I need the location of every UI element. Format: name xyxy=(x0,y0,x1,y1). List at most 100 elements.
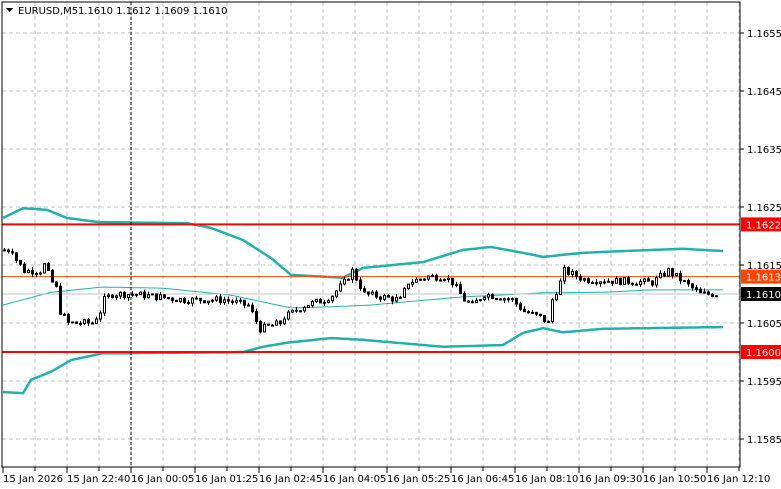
price-chart[interactable]: 1.16551.16451.16351.16251.16151.16051.15… xyxy=(0,0,781,489)
price-label: 1.1595 xyxy=(747,377,781,388)
candle-bearish xyxy=(691,283,694,289)
candle-bearish xyxy=(579,276,582,281)
candle-bearish xyxy=(591,282,594,285)
candle-bullish xyxy=(551,299,554,322)
candle-bullish xyxy=(287,311,290,320)
candle-bearish xyxy=(627,277,630,284)
candle-bearish xyxy=(507,298,510,301)
candle-bullish xyxy=(303,306,306,312)
time-label: 16 Jan 00:05 xyxy=(131,474,194,485)
candle-bearish xyxy=(587,278,590,284)
candle-bearish xyxy=(31,269,34,275)
candle-bullish xyxy=(271,324,274,327)
candle-bearish xyxy=(243,299,246,306)
candle-bearish xyxy=(187,302,190,305)
candle-bearish xyxy=(611,280,614,284)
candle-bearish xyxy=(539,313,542,316)
candle-bullish xyxy=(223,299,226,303)
candle-bearish xyxy=(663,272,666,277)
candle-bullish xyxy=(307,305,310,308)
candle-bullish xyxy=(351,268,354,280)
candle-bearish xyxy=(55,281,58,287)
candle-bullish xyxy=(191,297,194,304)
time-label: 16 Jan 05:25 xyxy=(387,474,450,485)
candle-bullish xyxy=(315,298,318,303)
candle-bearish xyxy=(491,294,494,300)
candle-bullish xyxy=(715,295,718,298)
time-label: 16 Jan 02:45 xyxy=(259,474,322,485)
candle-bearish xyxy=(435,274,438,281)
candle-bullish xyxy=(511,298,514,301)
candle-bullish xyxy=(151,293,154,296)
candle-bullish xyxy=(275,320,278,326)
time-label: 16 Jan 12:10 xyxy=(707,474,770,485)
candle-bullish xyxy=(475,299,478,303)
candle-bullish xyxy=(431,274,434,277)
candle-bullish xyxy=(107,294,110,298)
candle-bearish xyxy=(459,284,462,295)
candle-bullish xyxy=(299,310,302,313)
candle-bearish xyxy=(171,297,174,301)
candle-bullish xyxy=(127,293,130,298)
candle-bullish xyxy=(103,296,106,314)
candle-bullish xyxy=(407,283,410,289)
candle-bullish xyxy=(327,300,330,303)
candle-bearish xyxy=(231,300,234,303)
candle-bearish xyxy=(7,249,10,253)
candle-bearish xyxy=(679,272,682,282)
candle-bearish xyxy=(391,296,394,302)
candle-bullish xyxy=(139,291,142,296)
candle-bullish xyxy=(283,318,286,325)
candle-bearish xyxy=(671,268,674,276)
candle-bullish xyxy=(159,294,162,301)
candle-bullish xyxy=(563,267,566,282)
candle-bearish xyxy=(47,263,50,271)
candle-bullish xyxy=(383,295,386,300)
candle-bullish xyxy=(555,293,558,301)
candle-bullish xyxy=(43,263,46,274)
candle-bearish xyxy=(255,311,258,322)
candle-bearish xyxy=(63,313,66,316)
candle-bullish xyxy=(335,290,338,297)
time-label: 16 Jan 04:05 xyxy=(323,474,386,485)
time-label: 16 Jan 01:25 xyxy=(195,474,258,485)
candle-bearish xyxy=(51,269,54,283)
candle-bearish xyxy=(455,284,458,287)
price-label: 1.1585 xyxy=(747,435,781,446)
candle-bearish xyxy=(67,314,70,323)
candle-bullish xyxy=(639,280,642,286)
candle-bullish xyxy=(427,275,430,280)
candle-bullish xyxy=(643,278,646,282)
candle-bullish xyxy=(623,277,626,285)
symbol-timeframe: EURUSD,M5 xyxy=(18,6,78,17)
candle-bearish xyxy=(267,323,270,326)
ask-price-tag: 1.1613 xyxy=(746,273,781,284)
time-label: 16 Jan 08:10 xyxy=(515,474,578,485)
candle-bullish xyxy=(179,297,182,302)
resistance-price-tag: 1.1622 xyxy=(746,220,781,231)
candle-bullish xyxy=(207,300,210,304)
candle-bullish xyxy=(99,312,102,320)
candle-bullish xyxy=(339,283,342,292)
candle-bearish xyxy=(523,308,526,313)
candle-bearish xyxy=(175,299,178,302)
candle-bearish xyxy=(543,314,546,323)
candle-bearish xyxy=(519,303,522,310)
candle-bullish xyxy=(583,278,586,281)
candle-bullish xyxy=(419,278,422,281)
candle-bearish xyxy=(227,299,230,302)
candle-bullish xyxy=(703,291,706,294)
candle-bullish xyxy=(667,268,670,277)
candle-bullish xyxy=(83,319,86,325)
candle-bearish xyxy=(91,322,94,325)
candle-bullish xyxy=(147,294,150,299)
candle-bullish xyxy=(423,278,426,281)
candle-bearish xyxy=(699,288,702,294)
candle-bullish xyxy=(27,269,30,274)
candle-bearish xyxy=(19,259,22,265)
candle-bullish xyxy=(479,299,482,302)
candle-bearish xyxy=(695,287,698,290)
candle-bullish xyxy=(95,318,98,324)
candle-bearish xyxy=(355,268,358,281)
price-label: 1.1605 xyxy=(747,319,781,330)
